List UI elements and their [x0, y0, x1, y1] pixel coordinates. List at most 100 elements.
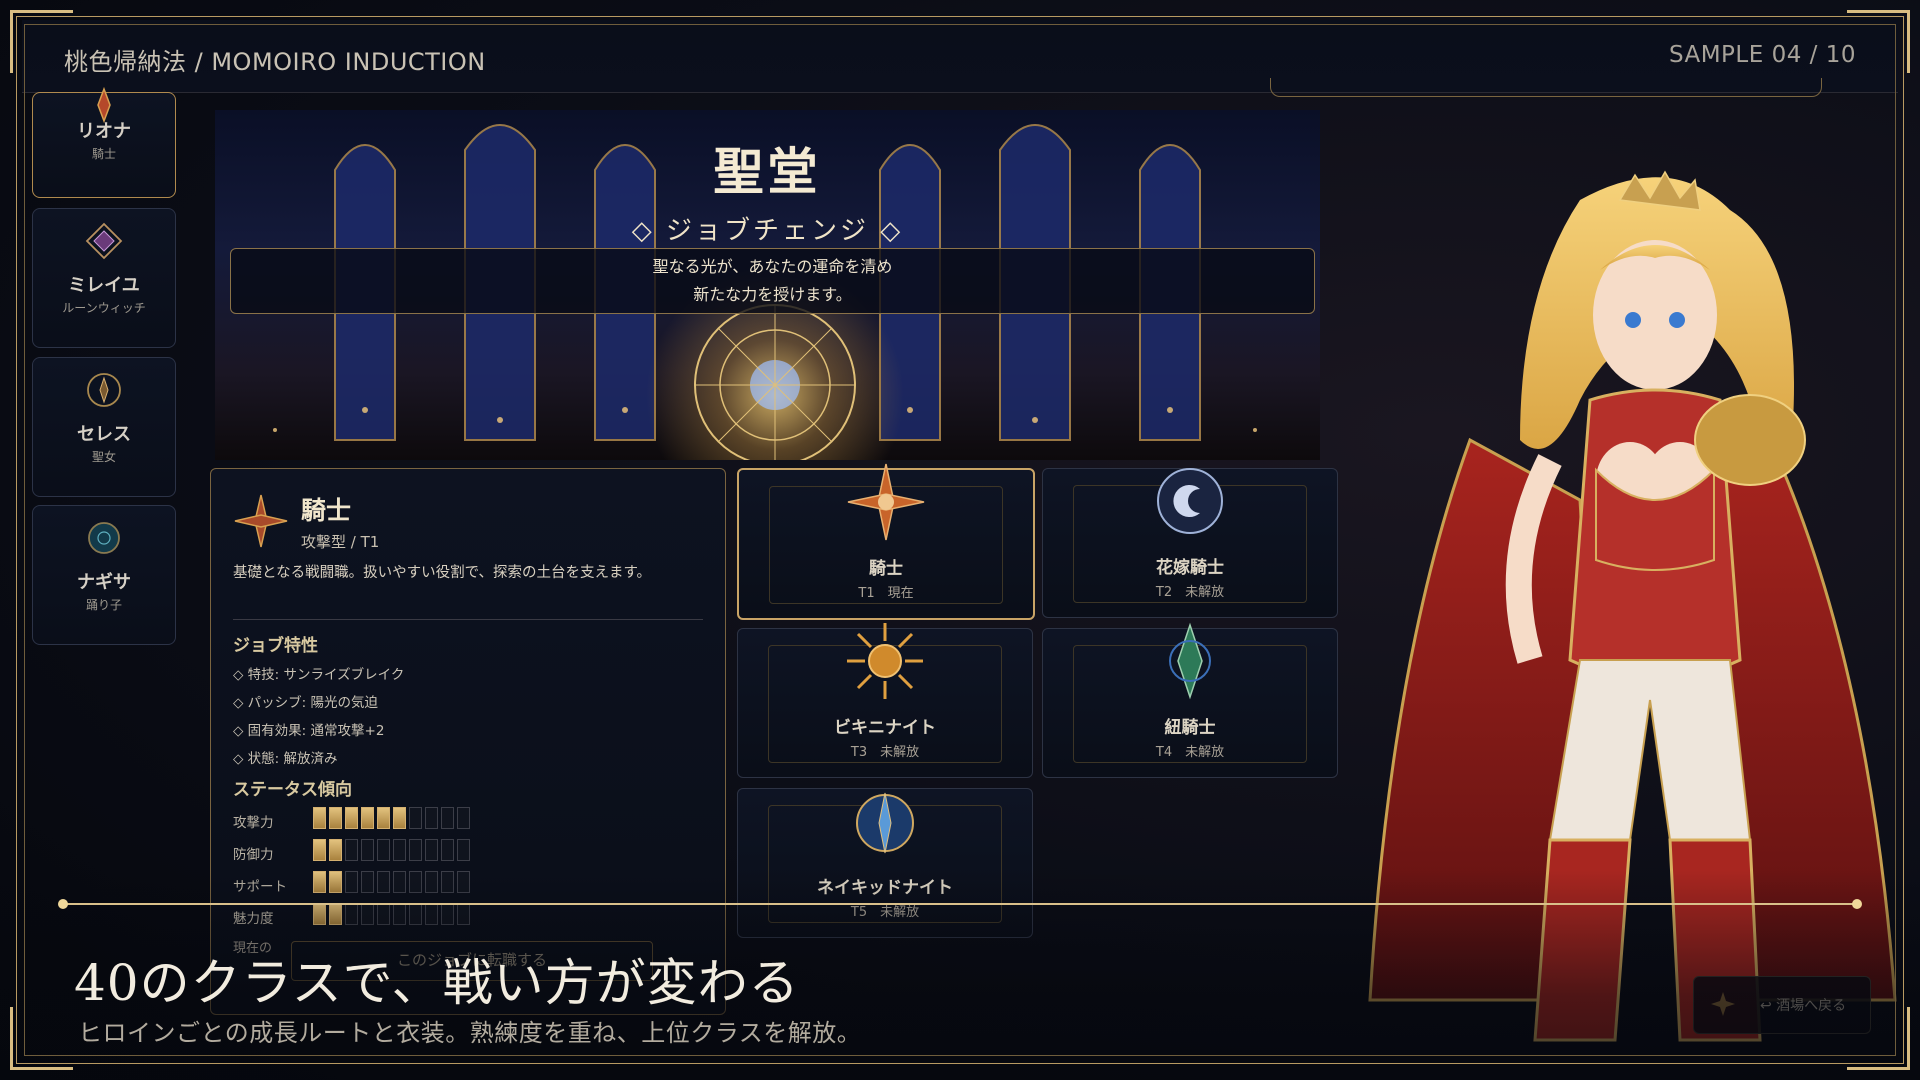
- stat-bar-segment: [345, 839, 358, 861]
- sapphire-crest-icon: [856, 792, 914, 854]
- stat-bar: [313, 839, 470, 861]
- stats-heading: ステータス傾向: [233, 780, 352, 800]
- emerald-crest-icon: [1169, 622, 1211, 700]
- stat-bar-segment: [425, 903, 438, 925]
- stat-bar-segment: [393, 839, 406, 861]
- job-description: 基礎となる戦闘職。扱いやすい役割で、探索の土台を支えます。: [233, 565, 652, 581]
- stat-bar-segment: [425, 839, 438, 861]
- stat-label: 防御力: [233, 847, 274, 863]
- moon-crest-icon: [1157, 468, 1223, 534]
- job-card-bride-knight[interactable]: 花嫁騎士 T2 未解放: [1042, 468, 1338, 618]
- stat-label: 魅力度: [233, 911, 274, 927]
- stat-bar-segment: [361, 903, 374, 925]
- stat-bar: [313, 871, 470, 893]
- stat-bar-segment: [409, 903, 422, 925]
- stat-bar-segment: [393, 903, 406, 925]
- stat-bar-segment: [457, 839, 470, 861]
- top-info-box: [1270, 78, 1822, 97]
- traits-heading: ジョブ特性: [233, 636, 318, 656]
- job-card-naked-knight[interactable]: ネイキッドナイト T5 未解放: [737, 788, 1033, 938]
- stat-bar-segment: [345, 871, 358, 893]
- back-to-tavern-button[interactable]: ↩ 酒場へ戻る: [1693, 976, 1871, 1034]
- roster-class: ルーンウィッチ: [62, 301, 146, 315]
- roster-class: 踊り子: [85, 598, 122, 612]
- job-name: 騎士: [301, 496, 352, 525]
- frame-corner-bottom-left: [10, 1007, 73, 1070]
- magic-circle-icon: [694, 304, 856, 460]
- stat-bar-segment: [361, 807, 374, 829]
- job-card-knight[interactable]: 騎士 T1 現在: [737, 463, 1035, 620]
- job-tier-status: T2 未解放: [1155, 585, 1225, 600]
- sample-counter: SAMPLE 04 / 10: [1668, 42, 1856, 68]
- back-button-label: ↩ 酒場へ戻る: [1760, 998, 1847, 1014]
- job-type: 攻撃型 / T1: [301, 533, 380, 551]
- knight-crest-icon: [847, 463, 925, 541]
- stat-bar-segment: [457, 903, 470, 925]
- presentation-title: 桃色帰納法 / MOMOIRO INDUCTION: [64, 48, 486, 76]
- dancer-emblem-icon: [88, 522, 120, 554]
- job-tier-status: T3 未解放: [850, 745, 920, 760]
- stat-bar-segment: [425, 871, 438, 893]
- stat-bar-segment: [345, 903, 358, 925]
- roster-card-nagisa[interactable]: ナギサ 踊り子: [32, 505, 176, 645]
- roster-name: セレス: [77, 424, 131, 445]
- job-card-bikini-knight[interactable]: ビキニナイト T3 未解放: [737, 623, 1033, 778]
- heroine-illustration: [1368, 170, 1897, 1042]
- roster-name: ミレイユ: [68, 275, 140, 296]
- message-box: 聖なる光が、あなたの運命を清め 新たな力を授けます。: [230, 248, 1315, 314]
- stat-bar-segment: [441, 871, 454, 893]
- game-screen: 桃色帰納法 / MOMOIRO INDUCTION SAMPLE 04 / 10…: [0, 0, 1920, 1080]
- stat-bar-segment: [313, 903, 326, 925]
- stat-bar-segment: [313, 871, 326, 893]
- compass-icon: [1711, 992, 1735, 1016]
- roster-class: 騎士: [91, 147, 116, 161]
- stat-bar-segment: [329, 807, 342, 829]
- job-tier-status: T4 未解放: [1155, 745, 1225, 760]
- job-tier-status: T1 現在: [858, 586, 914, 601]
- timeline-start-dot: [58, 899, 68, 909]
- stat-bar-segment: [409, 807, 422, 829]
- message-line-2: 新たな力を授けます。: [693, 285, 852, 304]
- stat-bar-segment: [457, 807, 470, 829]
- job-name: ネイキッドナイト: [817, 878, 953, 898]
- job-card-string-knight[interactable]: 紐騎士 T4 未解放: [1042, 622, 1338, 778]
- roster-name: ナギサ: [77, 572, 131, 593]
- stat-bar-segment: [313, 839, 326, 861]
- stat-bar-segment: [377, 839, 390, 861]
- stat-label: サポート: [233, 879, 287, 895]
- timeline-line: [58, 899, 1862, 909]
- sun-crest-icon: [847, 623, 923, 699]
- job-name: 騎士: [869, 559, 903, 579]
- scene-title: 聖堂: [713, 142, 822, 201]
- caption-title: 40のクラスで、戦い方が変わる: [74, 954, 800, 1012]
- message-line-1: 聖なる光が、あなたの運命を清め: [652, 257, 893, 276]
- stat-bar-segment: [409, 871, 422, 893]
- stat-bar: [313, 807, 470, 829]
- rune-emblem-icon: [85, 222, 123, 260]
- stat-bar-segment: [329, 871, 342, 893]
- job-name: ビキニナイト: [834, 718, 936, 738]
- divider: [233, 619, 703, 620]
- roster-name: リオナ: [77, 121, 131, 142]
- roster-card-mireille[interactable]: ミレイユ ルーンウィッチ: [32, 208, 176, 348]
- trait-item: ◇ 特技: サンライズブレイク: [233, 667, 405, 683]
- stat-bar-segment: [313, 807, 326, 829]
- job-detail-panel: 騎士 攻撃型 / T1 基礎となる戦闘職。扱いやすい役割で、探索の土台を支えます…: [210, 468, 726, 1015]
- stat-bar-segment: [377, 903, 390, 925]
- roster-card-riona[interactable]: リオナ 騎士: [32, 86, 176, 198]
- stat-label: 攻撃力: [233, 815, 274, 831]
- stat-bar-segment: [441, 807, 454, 829]
- trait-item: ◇ 状態: 解放済み: [233, 751, 338, 767]
- trait-item: ◇ パッシブ: 陽光の気迫: [233, 695, 379, 711]
- roster-card-seles[interactable]: セレス 聖女: [32, 357, 176, 497]
- stat-bar-segment: [361, 871, 374, 893]
- stat-bar-segment: [441, 903, 454, 925]
- stat-bar-segment: [329, 903, 342, 925]
- caption-subtitle: ヒロインごとの成長ルートと衣装。熟練度を重ね、上位クラスを解放。: [78, 1019, 862, 1047]
- stat-bar-segment: [425, 807, 438, 829]
- job-name: 紐騎士: [1164, 718, 1216, 738]
- stat-bar-segment: [345, 807, 358, 829]
- timeline-end-dot: [1852, 899, 1862, 909]
- stat-bar-segment: [377, 807, 390, 829]
- stat-bar-segment: [409, 839, 422, 861]
